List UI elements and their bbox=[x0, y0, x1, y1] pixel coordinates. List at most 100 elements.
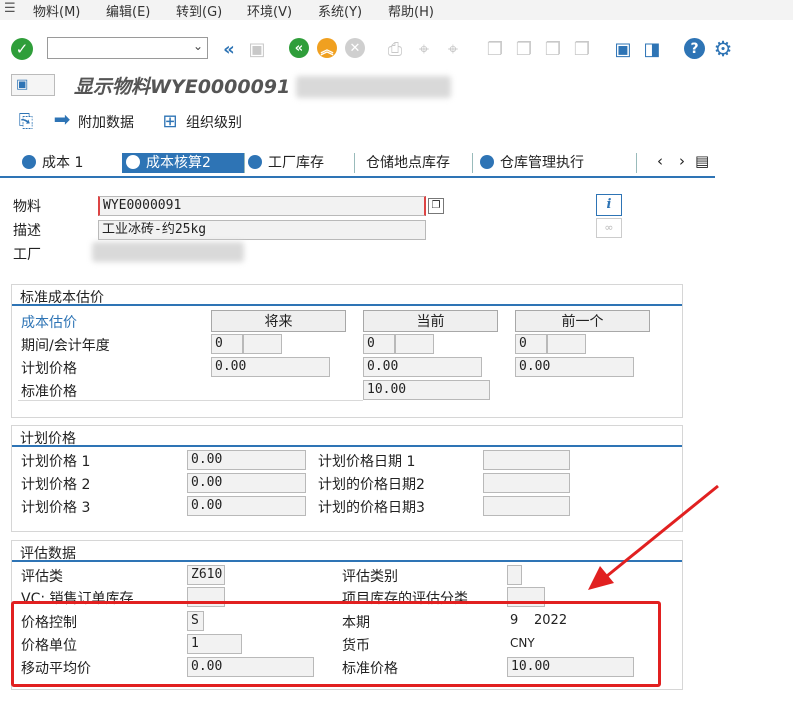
chevron-down-icon: ⌄ bbox=[192, 39, 203, 53]
next-page-icon: ❐ bbox=[544, 38, 562, 60]
future-period-field: 0 bbox=[211, 334, 243, 354]
tab-status-icon bbox=[22, 155, 36, 169]
find-next-icon: ⌖ bbox=[447, 38, 459, 60]
current-standard-price: 10.00 bbox=[363, 380, 490, 400]
redacted-plant bbox=[92, 242, 244, 262]
valuation-class-field: Z610 bbox=[187, 565, 225, 585]
tab-scroll-left-icon[interactable]: ‹ bbox=[657, 152, 663, 170]
exit-icon[interactable]: ︽ bbox=[317, 38, 337, 58]
prev-page-icon: ❐ bbox=[515, 38, 533, 60]
row-divider bbox=[18, 400, 363, 401]
planned-price-2-field: 0.00 bbox=[187, 473, 306, 493]
tab-status-icon bbox=[126, 155, 140, 169]
menu-help[interactable]: 帮助(H) bbox=[388, 1, 434, 20]
transaction-icon[interactable]: ▣ bbox=[11, 74, 55, 96]
shortcut-icon[interactable]: ◨ bbox=[641, 38, 663, 60]
gear-icon[interactable]: ⚙ bbox=[711, 37, 735, 61]
back-icon[interactable]: « bbox=[289, 38, 309, 58]
tab-status-icon bbox=[248, 155, 262, 169]
screen-icon: ▣ bbox=[16, 77, 29, 92]
current-column-button[interactable]: 当前 bbox=[363, 310, 498, 332]
group-divider bbox=[12, 445, 682, 447]
org-levels-icon[interactable]: ⊞ bbox=[160, 110, 180, 132]
plant-label: 工厂 bbox=[13, 247, 41, 263]
future-column-button[interactable]: 将来 bbox=[211, 310, 346, 332]
tab-costing-2[interactable]: 成本核算2 bbox=[122, 153, 245, 173]
previous-period-field: 0 bbox=[515, 334, 547, 354]
annotation-arrow bbox=[588, 484, 719, 590]
print-icon: ⎙ bbox=[387, 38, 403, 60]
menu-system[interactable]: 系统(Y) bbox=[318, 1, 362, 20]
future-year-field bbox=[243, 334, 282, 354]
arrow-right-icon[interactable]: ➡ bbox=[52, 107, 72, 131]
glasses-icon: ∞ bbox=[596, 218, 622, 238]
cancel-icon: ✕ bbox=[345, 38, 365, 58]
menu-bar: ☰ 物料(M) 编辑(E) 转到(G) 环境(V) 系统(Y) 帮助(H) bbox=[0, 0, 793, 20]
planned-price-2-label: 计划价格 2 bbox=[21, 477, 91, 493]
planned-date-1-label: 计划价格日期 1 bbox=[318, 454, 416, 470]
description-field: 工业冰砖-约25kg bbox=[98, 220, 426, 240]
org-levels-button[interactable]: 组织级别 bbox=[186, 112, 242, 132]
description-label: 描述 bbox=[13, 223, 41, 239]
tab-plant-stock[interactable]: 工厂库存 bbox=[244, 153, 355, 173]
planned-date-3-field bbox=[483, 496, 570, 516]
material-field[interactable]: WYE0000091 bbox=[98, 196, 426, 216]
planned-price-1-field: 0.00 bbox=[187, 450, 306, 470]
tab-status-icon bbox=[480, 155, 494, 169]
material-label: 物料 bbox=[13, 199, 41, 215]
previous-planned-price: 0.00 bbox=[515, 357, 634, 377]
cost-estimate-label: 成本估价 bbox=[21, 315, 77, 331]
last-page-icon: ❐ bbox=[573, 38, 591, 60]
menu-edit[interactable]: 编辑(E) bbox=[106, 1, 150, 20]
planned-price-3-field: 0.00 bbox=[187, 496, 306, 516]
arrow-shaft bbox=[601, 484, 719, 582]
future-planned-price: 0.00 bbox=[211, 357, 330, 377]
page-title: 显示物料WYE0000091 bbox=[74, 76, 291, 98]
double-left-icon[interactable]: « bbox=[218, 38, 240, 60]
redacted-title bbox=[296, 76, 451, 98]
create-session-icon[interactable]: ▣ bbox=[612, 38, 634, 60]
menu-goto[interactable]: 转到(G) bbox=[176, 1, 222, 20]
planned-price-1-label: 计划价格 1 bbox=[21, 454, 91, 470]
valuation-class-label: 评估类 bbox=[21, 569, 63, 585]
current-year-field bbox=[395, 334, 434, 354]
planned-price-label: 计划价格 bbox=[21, 361, 77, 377]
valuation-category-label: 评估类别 bbox=[342, 569, 398, 585]
group-divider bbox=[12, 304, 682, 306]
planned-date-2-label: 计划的价格日期2 bbox=[318, 477, 425, 493]
additional-data-button[interactable]: 附加数据 bbox=[78, 112, 134, 132]
first-page-icon: ❐ bbox=[486, 38, 504, 60]
previous-column-button[interactable]: 前一个 bbox=[515, 310, 650, 332]
current-planned-price: 0.00 bbox=[363, 357, 482, 377]
menu-environment[interactable]: 环境(V) bbox=[247, 1, 292, 20]
tab-underline bbox=[0, 176, 715, 178]
help-icon[interactable]: ? bbox=[684, 38, 705, 59]
planned-date-1-field bbox=[483, 450, 570, 470]
save-icon: ▣ bbox=[248, 38, 266, 60]
menu-material[interactable]: 物料(M) bbox=[33, 1, 80, 20]
tab-strip: 成本 1 成本核算2 工厂库存 仓储地点库存 仓库管理执行 ‹ › ▤ bbox=[0, 150, 715, 176]
planned-date-2-field bbox=[483, 473, 570, 493]
planned-price-3-label: 计划价格 3 bbox=[21, 500, 91, 516]
standard-price-label: 标准价格 bbox=[21, 384, 77, 400]
menu-app-icon[interactable]: ☰ bbox=[4, 1, 16, 16]
tab-cost-1[interactable]: 成本 1 bbox=[18, 153, 123, 173]
tab-list-icon[interactable]: ▤ bbox=[695, 152, 709, 170]
toolbar: ✓ ⌄ « ▣ « ︽ ✕ ⎙ ⌖ ⌖ ❐ ❐ ❐ ❐ ▣ ◨ ? ⚙ bbox=[0, 28, 793, 68]
switch-view-icon[interactable]: ⎘ bbox=[15, 110, 37, 132]
tab-scroll-right-icon[interactable]: › bbox=[679, 152, 685, 170]
tab-warehouse-mgmt[interactable]: 仓库管理执行 bbox=[476, 153, 637, 173]
previous-year-field bbox=[547, 334, 586, 354]
period-year-label: 期间/会计年度 bbox=[21, 338, 110, 354]
planned-date-3-label: 计划的价格日期3 bbox=[318, 500, 425, 516]
enter-icon[interactable]: ✓ bbox=[11, 38, 33, 60]
tab-storage-location-stock[interactable]: 仓储地点库存 bbox=[362, 153, 473, 173]
find-icon: ⌖ bbox=[418, 38, 430, 60]
copy-icon[interactable]: ❐ bbox=[428, 198, 444, 214]
command-field[interactable]: ⌄ bbox=[47, 37, 208, 59]
valuation-category-field bbox=[507, 565, 522, 585]
current-period-field: 0 bbox=[363, 334, 395, 354]
highlight-box bbox=[11, 601, 661, 687]
arrow-head bbox=[588, 566, 614, 590]
info-icon[interactable]: i bbox=[596, 194, 622, 216]
